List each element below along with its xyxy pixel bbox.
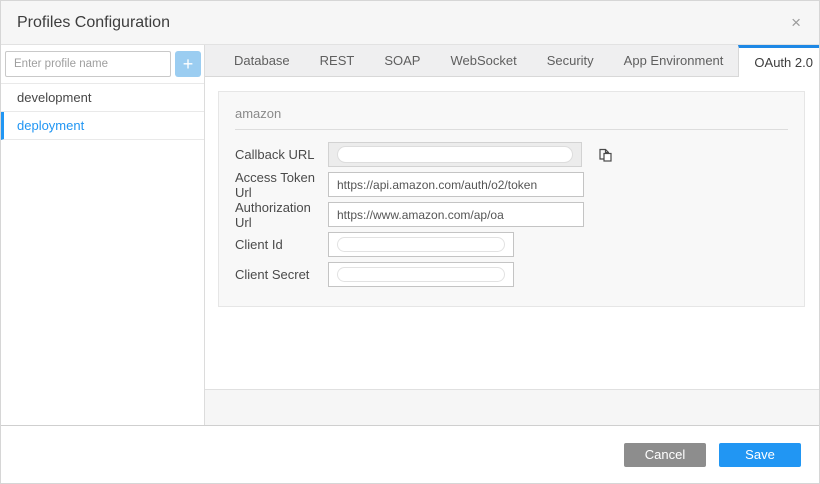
profile-item-deployment[interactable]: deployment bbox=[1, 112, 204, 140]
profiles-configuration-dialog: Profiles Configuration × + development d… bbox=[0, 0, 820, 484]
callback-url-label: Callback URL bbox=[235, 147, 328, 162]
access-token-url-row: Access Token Url bbox=[235, 172, 788, 197]
redacted-value bbox=[337, 267, 505, 282]
cancel-button[interactable]: Cancel bbox=[624, 443, 706, 467]
tab-database[interactable]: Database bbox=[219, 45, 305, 76]
page-title: Profiles Configuration bbox=[17, 14, 170, 32]
redacted-value bbox=[337, 237, 505, 252]
profile-name-input[interactable] bbox=[5, 51, 171, 77]
access-token-url-input[interactable] bbox=[328, 172, 584, 197]
client-id-input[interactable] bbox=[328, 232, 514, 257]
client-id-label: Client Id bbox=[235, 237, 328, 252]
dialog-header: Profiles Configuration × bbox=[1, 1, 819, 45]
content-footer-strip bbox=[205, 389, 819, 425]
authorization-url-label: Authorization Url bbox=[235, 200, 328, 230]
close-icon[interactable]: × bbox=[787, 1, 805, 45]
copy-icon[interactable] bbox=[596, 146, 614, 164]
profile-input-row: + bbox=[1, 45, 204, 83]
authorization-url-row: Authorization Url bbox=[235, 202, 788, 227]
dialog-footer: Cancel Save bbox=[1, 426, 819, 483]
redacted-value bbox=[337, 146, 573, 163]
client-id-row: Client Id bbox=[235, 232, 788, 257]
profile-list: development deployment bbox=[1, 83, 204, 140]
tab-security[interactable]: Security bbox=[532, 45, 609, 76]
profile-item-development[interactable]: development bbox=[1, 84, 204, 112]
section-divider bbox=[235, 129, 788, 130]
authorization-url-input[interactable] bbox=[328, 202, 584, 227]
section-title: amazon bbox=[235, 100, 788, 129]
oauth-tab-content: amazon Callback URL bbox=[205, 77, 819, 389]
amazon-oauth-panel: amazon Callback URL bbox=[218, 91, 805, 307]
callback-url-row: Callback URL bbox=[235, 142, 788, 167]
callback-url-input[interactable] bbox=[328, 142, 582, 167]
client-secret-input[interactable] bbox=[328, 262, 514, 287]
client-secret-label: Client Secret bbox=[235, 267, 328, 282]
profiles-sidebar: + development deployment bbox=[1, 45, 205, 425]
tab-websocket[interactable]: WebSocket bbox=[435, 45, 531, 76]
dialog-body: + development deployment Database REST S… bbox=[1, 45, 819, 426]
tab-rest[interactable]: REST bbox=[305, 45, 370, 76]
tab-oauth-2-0[interactable]: OAuth 2.0 bbox=[738, 45, 820, 77]
add-profile-button[interactable]: + bbox=[175, 51, 201, 77]
save-button[interactable]: Save bbox=[719, 443, 801, 467]
access-token-url-label: Access Token Url bbox=[235, 170, 328, 200]
tab-soap[interactable]: SOAP bbox=[369, 45, 435, 76]
tab-app-environment[interactable]: App Environment bbox=[609, 45, 739, 76]
profile-content: Database REST SOAP WebSocket Security Ap… bbox=[205, 45, 819, 425]
client-secret-row: Client Secret bbox=[235, 262, 788, 287]
tab-bar: Database REST SOAP WebSocket Security Ap… bbox=[205, 45, 819, 77]
